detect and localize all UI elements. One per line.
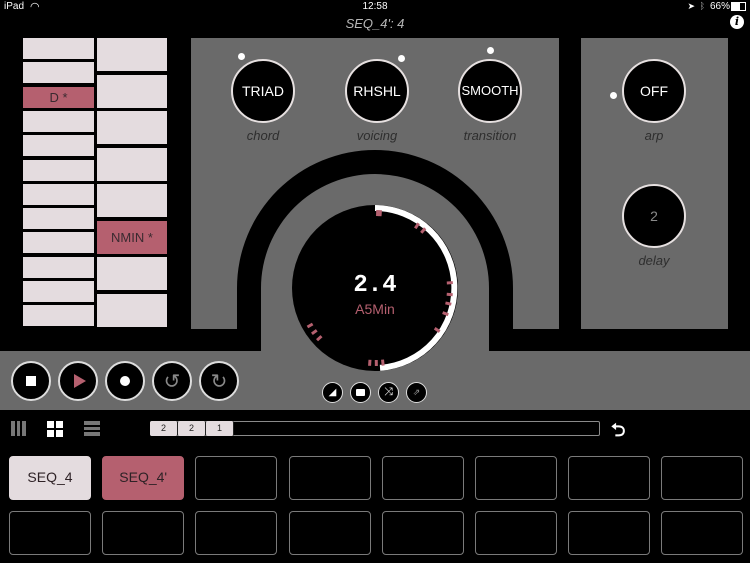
knob-indicator: [487, 47, 494, 54]
shuffle-button[interactable]: ⤨: [378, 382, 399, 403]
dial-tick: [446, 292, 453, 297]
timeline-segments: 221: [150, 421, 234, 436]
arp-knob[interactable]: OFF: [622, 59, 686, 123]
chord-label: chord: [246, 128, 280, 143]
knob-indicator: [610, 92, 617, 99]
dial-tick: [445, 301, 452, 306]
sequence-slot[interactable]: [288, 456, 371, 500]
timeline-segment[interactable]: 2: [178, 421, 206, 436]
stop-icon: [26, 376, 36, 386]
sequence-slot[interactable]: [568, 456, 651, 500]
play-icon: [73, 374, 86, 388]
sequence-slot[interactable]: SEQ_4': [102, 456, 185, 500]
sequence-slot[interactable]: [9, 511, 91, 555]
stop-button[interactable]: [11, 361, 51, 401]
undo-icon: ↺: [163, 370, 181, 393]
edit-button[interactable]: ◢: [322, 382, 343, 403]
knob-indicator: [398, 55, 405, 62]
record-button[interactable]: [105, 361, 145, 401]
columns-view-button[interactable]: [11, 421, 27, 436]
back-icon[interactable]: ⮌: [611, 418, 625, 448]
list-view-button[interactable]: [84, 421, 100, 437]
delay-label: delay: [638, 253, 670, 268]
knob-indicator: [238, 53, 245, 60]
redo-icon: ↻: [210, 370, 228, 393]
sequence-slot[interactable]: [195, 456, 278, 500]
share-icon: ⇗: [412, 387, 421, 397]
dial-tick: [381, 359, 385, 366]
transition-knob[interactable]: SMOOTH: [458, 59, 522, 123]
sequence-slot[interactable]: [288, 511, 371, 555]
dial-position: 2.4: [353, 272, 397, 299]
arp-label: arp: [644, 128, 664, 143]
sequence-slot[interactable]: [102, 511, 185, 555]
dial-chord: A5Min: [355, 301, 395, 317]
sequence-slot[interactable]: [381, 511, 464, 555]
timeline-segment[interactable]: 1: [206, 421, 234, 436]
undo-button[interactable]: ↺: [152, 361, 192, 401]
shuffle-icon: ⤨: [384, 386, 393, 398]
grid-view-button[interactable]: [47, 421, 63, 437]
share-button[interactable]: ⇗: [406, 382, 427, 403]
redo-button[interactable]: ↻: [199, 361, 239, 401]
sequence-slot[interactable]: [195, 511, 278, 555]
transition-label: transition: [463, 128, 517, 143]
chord-knob[interactable]: TRIAD: [231, 59, 295, 123]
sequence-slot[interactable]: [475, 456, 557, 500]
play-button[interactable]: [58, 361, 98, 401]
timeline-segment[interactable]: 2: [150, 421, 178, 436]
voicing-label: voicing: [356, 128, 398, 143]
delay-knob[interactable]: 2: [622, 184, 686, 248]
dial-tick: [442, 311, 449, 317]
sequence-slot[interactable]: [568, 511, 651, 555]
voicing-knob[interactable]: RHSHL: [345, 59, 409, 123]
sequence-slot[interactable]: [661, 456, 744, 500]
folder-button[interactable]: [350, 382, 371, 403]
sequence-slot[interactable]: [381, 456, 464, 500]
folder-icon: [356, 389, 365, 396]
sequence-slot[interactable]: SEQ_4: [9, 456, 91, 500]
edit-icon: ◢: [328, 387, 337, 398]
sequence-slot[interactable]: [475, 511, 557, 555]
record-icon: [120, 376, 130, 386]
sequence-slot[interactable]: [661, 511, 744, 555]
